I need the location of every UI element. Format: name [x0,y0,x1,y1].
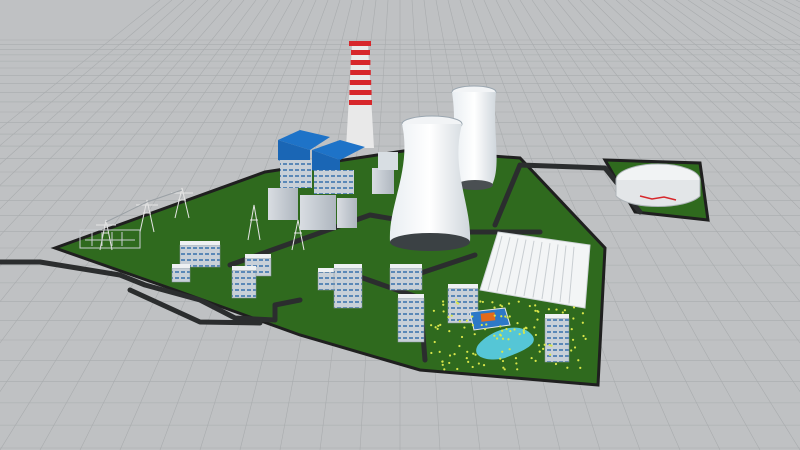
power-plant-scene[interactable] [0,0,800,450]
chimney [346,41,374,148]
oil-storage-tank [615,163,701,207]
3d-viewport[interactable] [0,0,800,450]
cooling-tower [389,115,471,251]
